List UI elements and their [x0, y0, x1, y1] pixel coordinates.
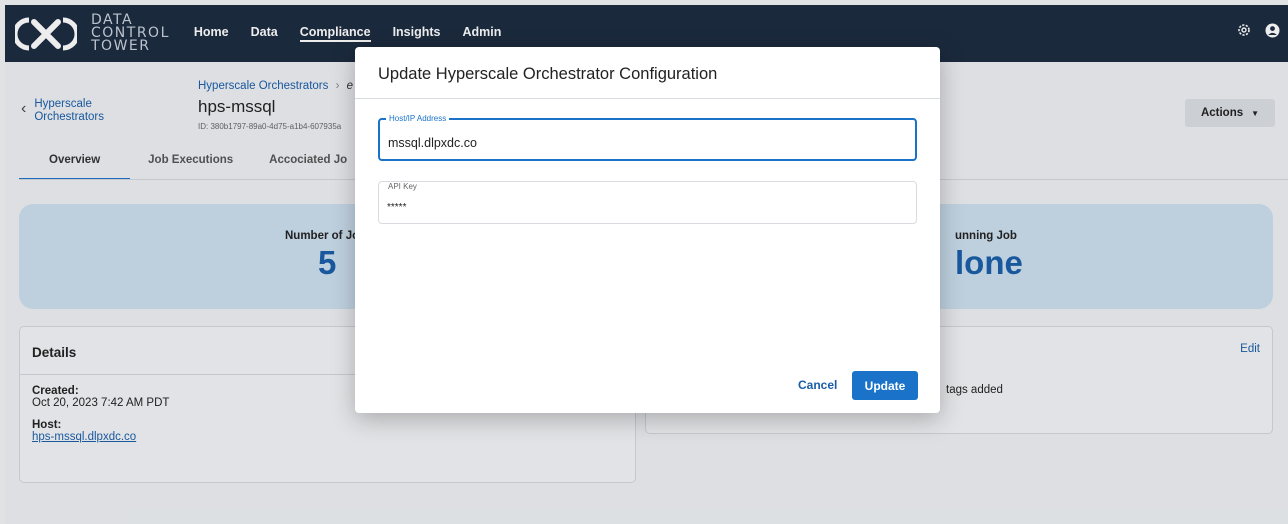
host-ip-field[interactable]: Host/IP Address	[378, 114, 917, 161]
host-ip-label: Host/IP Address	[386, 114, 450, 123]
host-ip-input[interactable]	[388, 136, 888, 150]
update-config-dialog: Update Hyperscale Orchestrator Configura…	[355, 47, 940, 413]
api-key-value[interactable]: *****	[387, 202, 887, 213]
dialog-divider	[355, 98, 940, 99]
dialog-title: Update Hyperscale Orchestrator Configura…	[378, 65, 718, 83]
update-button[interactable]: Update	[852, 371, 918, 400]
api-key-label: API Key	[388, 182, 417, 191]
api-key-field[interactable]: API Key *****	[378, 181, 917, 224]
cancel-button[interactable]: Cancel	[798, 378, 837, 392]
